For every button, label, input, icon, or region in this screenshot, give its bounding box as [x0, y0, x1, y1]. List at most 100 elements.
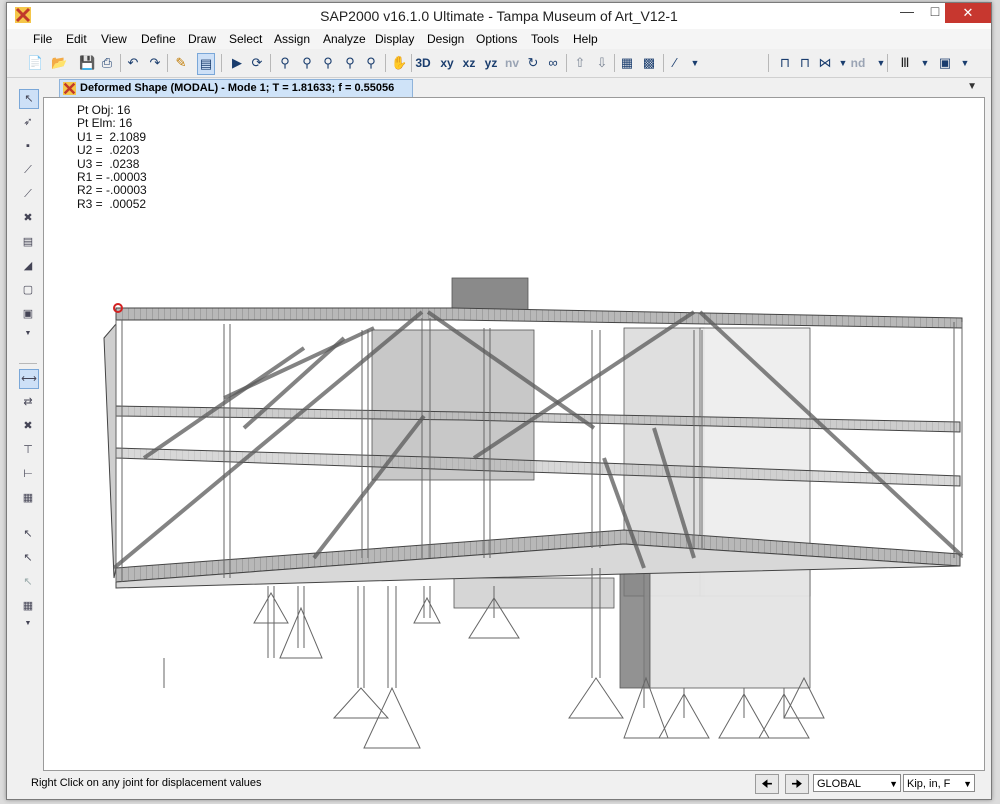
- lock-model-icon[interactable]: ▤: [197, 53, 215, 75]
- menu-analyze[interactable]: Analyze: [323, 32, 366, 46]
- reshape-icon[interactable]: ➶: [19, 113, 37, 131]
- template-dropdown-icon[interactable]: ▼: [835, 53, 851, 73]
- run-analysis-icon[interactable]: ▶: [229, 53, 245, 73]
- pan-icon[interactable]: ✋: [391, 53, 407, 73]
- pencil-icon[interactable]: ✎: [173, 53, 189, 73]
- zoom-previous-icon[interactable]: ⚲: [363, 53, 379, 73]
- select-all-icon[interactable]: ↖: [19, 525, 37, 543]
- menu-assign[interactable]: Assign: [274, 32, 310, 46]
- menu-help[interactable]: Help: [573, 32, 598, 46]
- draw-poly-area-icon[interactable]: ◢: [19, 257, 37, 275]
- units-select[interactable]: Kip, in, F ▼: [903, 774, 975, 792]
- core-walls: [371, 277, 811, 689]
- clear-selection-icon[interactable]: ↖: [19, 573, 37, 591]
- units-value: Kip, in, F: [907, 778, 951, 790]
- left-more-dropdown-icon[interactable]: ▼: [19, 325, 37, 343]
- units-dropdown-icon: ▼: [963, 779, 972, 789]
- snap-intersections-icon[interactable]: ✖: [19, 417, 37, 435]
- model-viewport[interactable]: [43, 97, 985, 771]
- draw-dimension-icon[interactable]: ∕: [667, 53, 683, 73]
- minimize-button[interactable]: —: [893, 3, 921, 23]
- draw-rect-area-icon[interactable]: ▢: [19, 281, 37, 299]
- joint-displacement-readout: Pt Obj: 16 Pt Elm: 16 U1 = 2.1089 U2 = .…: [77, 103, 147, 211]
- new-model-icon[interactable]: 📄: [27, 53, 43, 73]
- menu-define[interactable]: Define: [141, 32, 176, 46]
- snap-joints-icon[interactable]: ⟷: [19, 369, 39, 389]
- restore-view-icon[interactable]: ⚲: [299, 53, 315, 73]
- zoom-out-icon[interactable]: ⚲: [342, 53, 358, 73]
- status-bar: Right Click on any joint for displacemen…: [7, 771, 991, 797]
- previous-mode-button[interactable]: 🠈: [755, 774, 779, 794]
- title-bar: SAP2000 v16.1.0 Ultimate - Tampa Museum …: [7, 3, 991, 29]
- print-icon[interactable]: ⎙: [99, 53, 115, 73]
- intersecting-line-select-icon[interactable]: ▦: [19, 597, 37, 615]
- window-list-dropdown-icon[interactable]: ▼: [967, 81, 977, 92]
- previous-select-icon[interactable]: ↖: [19, 549, 37, 567]
- view-yz-button[interactable]: yz: [483, 53, 499, 73]
- diagonal-braces: [112, 310, 964, 570]
- display-screen-icon[interactable]: ▣: [937, 53, 953, 73]
- draw-frame-icon[interactable]: ⟋: [19, 161, 37, 179]
- menu-select[interactable]: Select: [229, 32, 262, 46]
- zoom-in-icon[interactable]: ⚲: [320, 53, 336, 73]
- undo-icon[interactable]: ↶: [125, 53, 141, 73]
- readout-line: R3 = .00052: [77, 196, 147, 211]
- readout-line: U1 = 2.1089: [77, 129, 147, 144]
- section-designer-icon[interactable]: Ⅲ: [897, 53, 913, 73]
- object-shrink-icon[interactable]: ▦: [619, 53, 635, 73]
- readout-line: U2 = .0203: [77, 143, 140, 158]
- structural-model-drawing: [103, 277, 964, 749]
- snap-ends-icon[interactable]: ⇄: [19, 393, 37, 411]
- menu-view[interactable]: View: [101, 32, 127, 46]
- main-toolbar: 📄 📂 💾 ⎙ ↶ ↷ ✎ ▤ ▶ ⟳ ⚲ ⚲ ⚲ ⚲ ⚲ ✋ 3D xy xz…: [7, 49, 991, 78]
- set-display-options-icon[interactable]: ▩: [641, 53, 657, 73]
- pointer-icon[interactable]: ↖: [19, 89, 39, 109]
- tab-deformed-shape[interactable]: Deformed Shape (MODAL) - Mode 1; T = 1.8…: [59, 79, 413, 98]
- draw-joint-icon[interactable]: ▪: [19, 137, 37, 155]
- left-toolbar: ↖ ➶ ▪ ⟋ ⟋ ✖ ▤ ◢ ▢ ▣ ▼ ⟷ ⇄ ✖ ⊤ ⊢ ▦ ↖ ↖ ↖ …: [17, 85, 39, 775]
- draw-braces-icon[interactable]: ✖: [19, 209, 37, 227]
- menu-options[interactable]: Options: [476, 32, 517, 46]
- select-more-dropdown-icon[interactable]: ▼: [19, 615, 37, 633]
- view-3d-button[interactable]: 3D: [415, 53, 431, 73]
- view-nd-button[interactable]: nd: [850, 53, 866, 73]
- view-nv-button[interactable]: nv: [504, 53, 520, 73]
- view-xy-button[interactable]: xy: [439, 53, 455, 73]
- menu-draw[interactable]: Draw: [188, 32, 216, 46]
- truss-template-icon[interactable]: ⋈: [817, 53, 833, 73]
- dimension-dropdown-icon[interactable]: ▼: [687, 53, 703, 73]
- section-dropdown-icon[interactable]: ▼: [917, 53, 933, 73]
- draw-link-icon[interactable]: ▤: [19, 233, 37, 251]
- move-up-icon[interactable]: ⇧: [572, 53, 588, 73]
- rubber-band-zoom-icon[interactable]: ⚲: [277, 53, 293, 73]
- coordinate-system-select[interactable]: GLOBAL ▼: [813, 774, 901, 792]
- perspective-toggle-icon[interactable]: ∞: [545, 53, 561, 73]
- view-xz-button[interactable]: xz: [461, 53, 477, 73]
- coord-system-value: GLOBAL: [817, 778, 862, 790]
- rotate-3d-icon[interactable]: ↻: [525, 53, 541, 73]
- refresh-icon[interactable]: ⟳: [249, 53, 265, 73]
- app-window: SAP2000 v16.1.0 Ultimate - Tampa Museum …: [6, 2, 992, 800]
- close-button[interactable]: ✕: [945, 3, 991, 23]
- display-dropdown-icon[interactable]: ▼: [957, 53, 973, 73]
- menu-design[interactable]: Design: [427, 32, 464, 46]
- menu-edit[interactable]: Edit: [66, 32, 87, 46]
- quick-draw-area-icon[interactable]: ▣: [19, 305, 37, 323]
- snap-perpendicular-icon[interactable]: ⊤: [19, 441, 37, 459]
- readout-line: U3 = .0238: [77, 156, 140, 171]
- tab-label: Deformed Shape (MODAL) - Mode 1; T = 1.8…: [80, 82, 395, 94]
- redo-icon[interactable]: ↷: [147, 53, 163, 73]
- quick-draw-frame-icon[interactable]: ⟋: [19, 185, 37, 203]
- open-model-icon[interactable]: 📂: [51, 53, 67, 73]
- menu-tools[interactable]: Tools: [531, 32, 559, 46]
- snap-grid-icon[interactable]: ▦: [19, 489, 37, 507]
- menu-file[interactable]: File: [33, 32, 52, 46]
- save-icon[interactable]: 💾: [79, 53, 95, 73]
- portal-frame-icon[interactable]: ⊓: [797, 53, 813, 73]
- frame-template-icon[interactable]: ⊓: [777, 53, 793, 73]
- window-title: SAP2000 v16.1.0 Ultimate - Tampa Museum …: [320, 8, 678, 24]
- move-down-icon[interactable]: ⇩: [594, 53, 610, 73]
- snap-lines-icon[interactable]: ⊢: [19, 465, 37, 483]
- menu-display[interactable]: Display: [375, 32, 414, 46]
- next-mode-button[interactable]: 🠊: [785, 774, 809, 794]
